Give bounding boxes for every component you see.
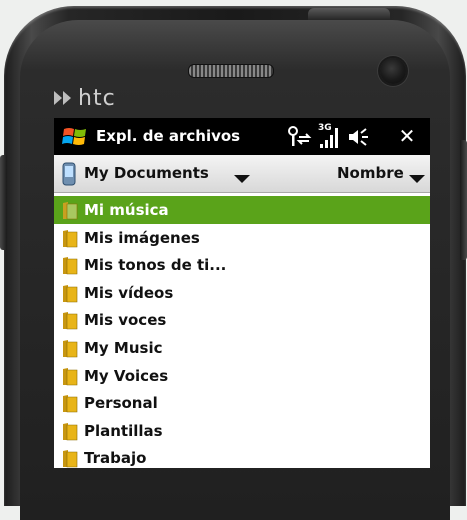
folder-icon — [63, 284, 78, 303]
signal-strength[interactable]: 3G — [318, 123, 340, 150]
folder-icon — [63, 339, 78, 358]
power-button[interactable] — [308, 8, 390, 20]
folder-name: Mis tonos de ti... — [84, 256, 227, 275]
folder-name: Plantillas — [84, 421, 163, 440]
folder-row[interactable]: My Music — [54, 334, 430, 362]
folder-name: Mis vídeos — [84, 283, 174, 302]
status-icons: 3G — [286, 123, 370, 150]
folder-icon — [63, 422, 78, 441]
folder-name: Personal — [84, 394, 158, 413]
folder-icon — [63, 395, 78, 413]
folder-icon — [63, 257, 78, 275]
front-camera — [380, 58, 406, 84]
volume-button[interactable] — [0, 155, 7, 250]
location-chevron-down-icon[interactable] — [234, 175, 250, 183]
folder-name: Trabajo — [84, 449, 147, 468]
location-bar: My Documents Nombre — [54, 155, 430, 193]
title-bar: Expl. de archivos 3G ✕ — [54, 118, 430, 155]
folder-name: My Music — [84, 338, 163, 357]
folder-name: Mi música — [84, 201, 169, 219]
sort-chevron-down-icon[interactable] — [409, 175, 425, 183]
folder-row[interactable]: Trabajo — [54, 444, 430, 468]
folder-row[interactable]: My Voices — [54, 362, 430, 390]
folder-row[interactable]: Mis imágenes — [54, 224, 430, 252]
htc-logo: htc — [54, 85, 116, 111]
folder-row[interactable]: Mis tonos de ti... — [54, 251, 430, 279]
sort-dropdown[interactable]: Nombre — [337, 164, 404, 182]
close-button[interactable]: ✕ — [394, 122, 420, 150]
folder-name: Mis imágenes — [84, 228, 200, 247]
folder-row[interactable]: Mis voces — [54, 306, 430, 334]
antenna-sync-icon[interactable] — [286, 125, 312, 149]
folder-list: Mi música Mis imágenes Mis tonos de ti... M… — [54, 196, 430, 468]
folder-name: My Voices — [84, 366, 169, 385]
folder-icon — [63, 229, 78, 247]
folder-icon — [63, 367, 78, 385]
folder-row[interactable]: Personal — [54, 389, 430, 417]
earpiece-speaker — [188, 64, 274, 78]
folder-name: Mis voces — [84, 311, 167, 330]
signal-bars-icon — [320, 128, 338, 148]
folder-row[interactable]: Plantillas — [54, 417, 430, 445]
htc-mark-icon — [54, 91, 71, 105]
folder-row[interactable]: Mis vídeos — [54, 279, 430, 307]
speaker-volume-icon[interactable] — [346, 125, 370, 149]
window-title: Expl. de archivos — [96, 127, 241, 145]
folder-icon — [63, 202, 78, 220]
side-button-right[interactable] — [460, 140, 467, 260]
location-dropdown[interactable]: My Documents — [84, 164, 209, 182]
folder-icon — [63, 450, 78, 468]
htc-logo-text: htc — [78, 85, 116, 111]
folder-icon — [63, 312, 78, 330]
device-memory-icon — [62, 162, 76, 186]
screen: Expl. de archivos 3G ✕ My Documents Nomb… — [54, 118, 430, 468]
folder-row[interactable]: Mi música — [54, 196, 430, 224]
windows-start-icon[interactable] — [62, 125, 88, 149]
